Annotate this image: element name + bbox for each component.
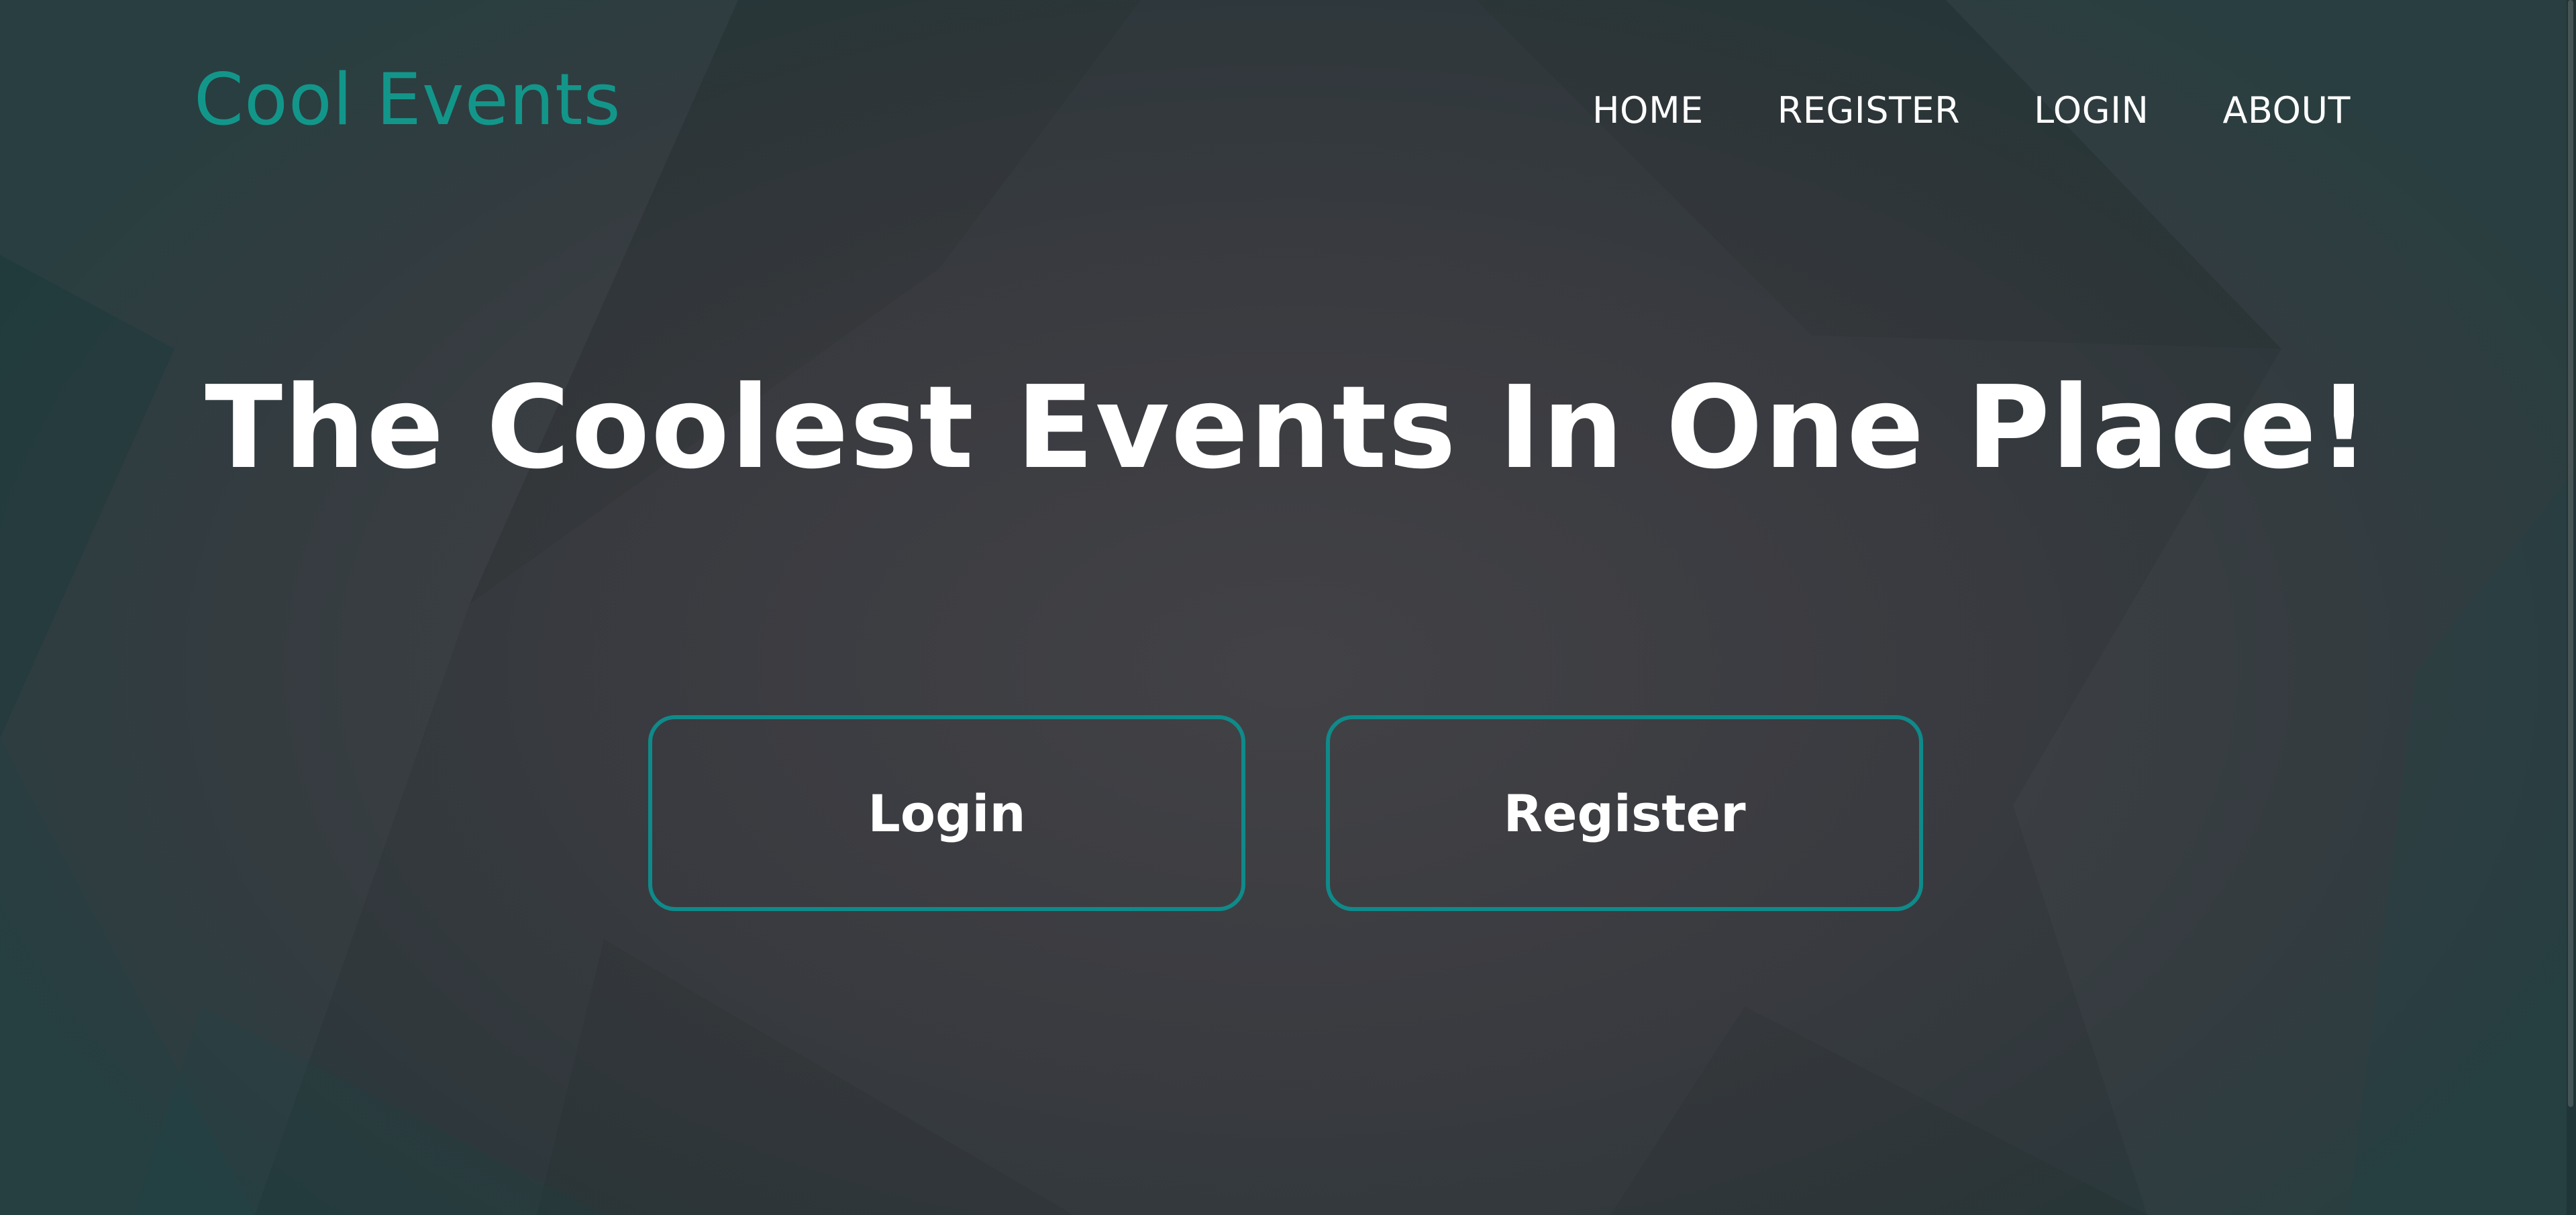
page-scrollbar[interactable] (2567, 0, 2576, 1215)
main-navigation: HOME REGISTER LOGIN ABOUT (1592, 93, 2351, 129)
login-button[interactable]: Login (648, 715, 1245, 911)
brand-logo-text[interactable]: Cool Events (194, 64, 621, 136)
nav-link-home[interactable]: HOME (1592, 93, 1704, 129)
nav-link-register[interactable]: REGISTER (1778, 93, 1960, 129)
landing-page: Cool Events HOME REGISTER LOGIN ABOUT Th… (0, 0, 2576, 1215)
register-button-label: Register (1503, 783, 1746, 843)
scrollbar-thumb[interactable] (2568, 0, 2573, 1107)
login-button-label: Login (868, 783, 1026, 843)
register-button[interactable]: Register (1326, 715, 1923, 911)
nav-link-login[interactable]: LOGIN (2034, 93, 2149, 129)
hero-title: The Coolest Events In One Place! (205, 362, 2371, 494)
site-header: Cool Events HOME REGISTER LOGIN ABOUT (0, 0, 2576, 228)
nav-link-about[interactable]: ABOUT (2222, 93, 2351, 129)
